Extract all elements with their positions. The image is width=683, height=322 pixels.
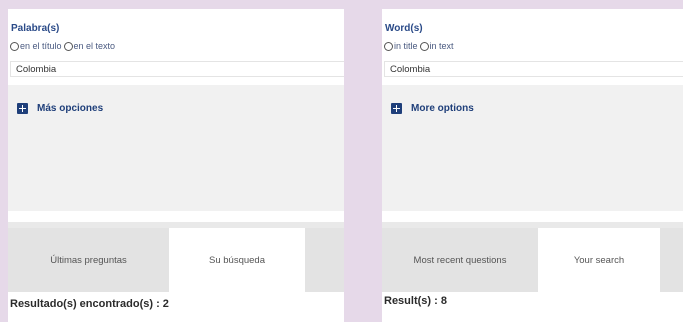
search-input[interactable]: [10, 61, 344, 77]
tab-recent-questions[interactable]: Últimas preguntas: [8, 228, 169, 292]
more-options-toggle[interactable]: More options: [391, 103, 474, 114]
plus-square-icon[interactable]: [17, 103, 28, 114]
advanced-options-area: Más opciones: [8, 85, 344, 264]
search-scope-radio-group: en el título en el texto: [10, 41, 117, 51]
search-scope-radio-group: in title in text: [384, 41, 456, 51]
radio-in-text[interactable]: [63, 41, 73, 51]
radio-in-text-label[interactable]: in text: [430, 41, 454, 51]
radio-in-title-label[interactable]: en el título: [20, 41, 62, 51]
more-options-label[interactable]: More options: [411, 103, 474, 114]
plus-square-icon[interactable]: [391, 103, 402, 114]
results-count: Result(s) : 8: [384, 295, 447, 307]
search-panel-spanish: Palabra(s) en el título en el texto Más …: [8, 9, 344, 322]
radio-in-text[interactable]: [419, 41, 429, 51]
tab-your-search[interactable]: Su búsqueda: [169, 228, 305, 292]
tab-recent-questions[interactable]: Most recent questions: [382, 228, 538, 292]
search-panel-english: Word(s) in title in text More options Mo…: [382, 9, 683, 322]
radio-in-title[interactable]: [10, 41, 19, 51]
radio-in-title-label[interactable]: in title: [394, 41, 418, 51]
results-tab-bar: Últimas preguntas Su búsqueda: [8, 228, 344, 292]
words-field-label: Palabra(s): [11, 23, 60, 34]
advanced-options-area: More options: [382, 85, 683, 264]
more-options-label[interactable]: Más opciones: [37, 103, 103, 114]
search-input[interactable]: [384, 61, 683, 77]
words-field-label: Word(s): [385, 23, 423, 34]
more-options-toggle[interactable]: Más opciones: [17, 103, 103, 114]
results-count: Resultado(s) encontrado(s) : 2: [10, 298, 169, 310]
radio-in-title[interactable]: [384, 41, 393, 51]
radio-in-text-label[interactable]: en el texto: [74, 41, 116, 51]
results-tab-bar: Most recent questions Your search: [382, 228, 683, 292]
tab-your-search[interactable]: Your search: [538, 228, 660, 292]
